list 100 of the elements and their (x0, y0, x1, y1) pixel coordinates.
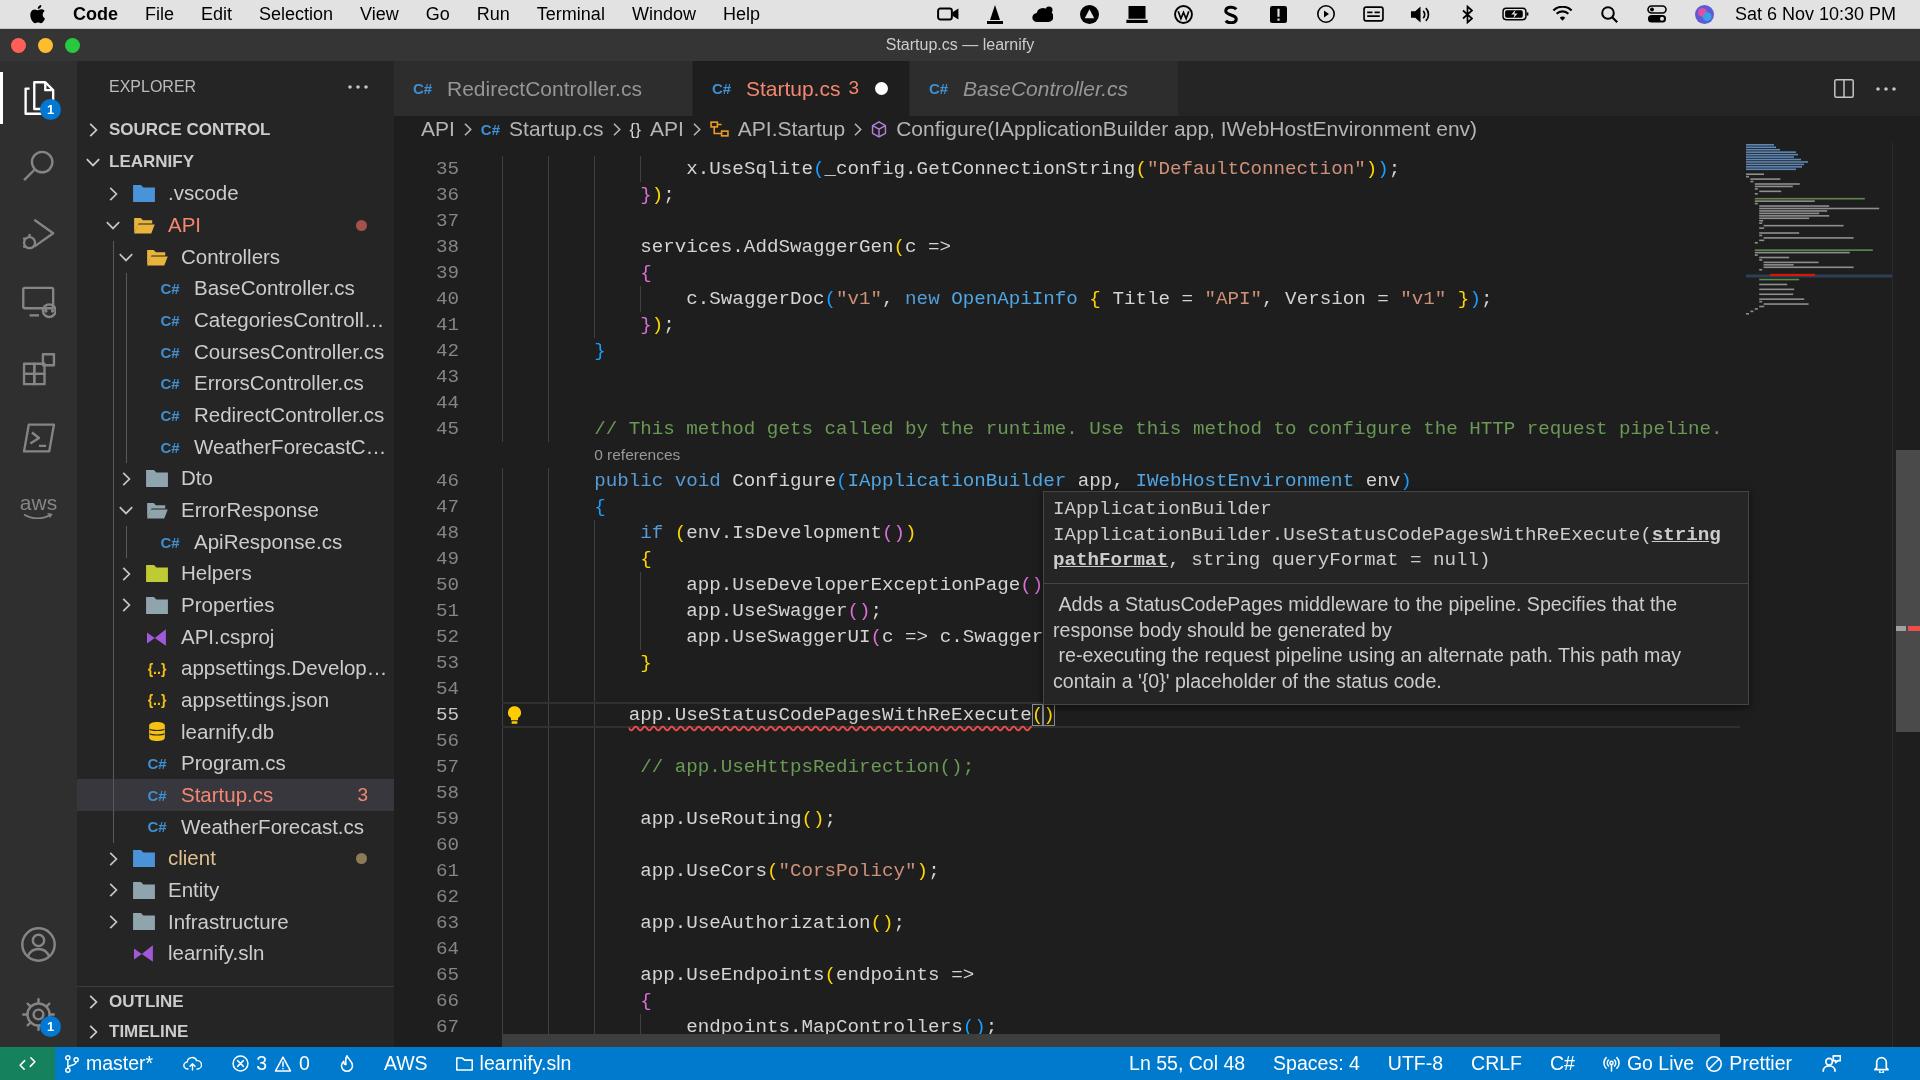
line-ending-item[interactable]: CRLF (1457, 1047, 1536, 1080)
menu-item[interactable]: Go (425, 0, 450, 28)
exclamation-square-icon[interactable] (1270, 5, 1288, 23)
split-editor-icon[interactable] (1834, 79, 1854, 98)
file-tree-item[interactable]: C# CoursesController.cs (77, 336, 394, 368)
breadcrumb-item[interactable]: API.Startup (709, 113, 846, 145)
code-minimap-drawing[interactable] (1746, 143, 1892, 317)
more-icon[interactable] (348, 85, 368, 89)
monitor-icon[interactable] (21, 285, 56, 319)
orb-icon[interactable] (1694, 4, 1714, 24)
account-icon[interactable] (21, 926, 56, 962)
file-tree-item[interactable]: C# ApiResponse.cs (77, 526, 394, 558)
indentation-item[interactable]: Spaces: 4 (1259, 1047, 1374, 1080)
volume-icon[interactable] (1410, 5, 1431, 23)
scrollbar-thumb[interactable] (1896, 450, 1920, 732)
play-circle-icon[interactable] (1316, 5, 1335, 23)
horizontal-scrollbar-thumb[interactable] (502, 1034, 1720, 1047)
file-tree-item[interactable]: C# WeatherForecast.cs (77, 811, 394, 843)
lightbulb-icon[interactable] (508, 706, 521, 724)
aws-status-item[interactable]: AWS (369, 1047, 442, 1080)
go-live-button[interactable]: Go Live (1588, 1047, 1701, 1080)
cursor-position-item[interactable]: Ln 55, Col 48 (1115, 1047, 1260, 1080)
bell-icon[interactable] (1873, 1054, 1890, 1073)
terminal-icon[interactable] (21, 421, 56, 455)
breadcrumb-item[interactable]: C# Startup.cs (480, 113, 604, 145)
folder-tree-item[interactable]: Properties (77, 589, 394, 622)
feedback-icon[interactable] (1822, 1055, 1841, 1072)
play-bug-icon[interactable] (21, 217, 56, 251)
folder-tree-item[interactable]: API (77, 209, 394, 242)
maximize-window-button[interactable] (65, 37, 80, 53)
file-tree-item[interactable]: C# Startup.cs 3 (77, 779, 394, 812)
blocks-icon[interactable] (21, 353, 56, 387)
folder-tree-item[interactable]: Dto (77, 462, 394, 495)
folder-tree-item[interactable]: Entity (77, 874, 394, 907)
menu-item[interactable]: Terminal (536, 0, 605, 28)
section-header[interactable]: SOURCE CONTROL (77, 113, 394, 146)
app-menu[interactable]: Code (73, 0, 118, 28)
file-tree-item[interactable]: API.csproj (77, 621, 394, 653)
menu-item[interactable]: Window (631, 0, 696, 28)
remote-button[interactable] (0, 1047, 55, 1080)
minimize-window-button[interactable] (38, 37, 53, 53)
battery-charging-icon[interactable] (1501, 7, 1529, 21)
encoding-item[interactable]: UTF-8 (1373, 1047, 1458, 1080)
file-tree-item[interactable]: learnify.sln (77, 937, 394, 970)
cloud-icon[interactable] (1031, 5, 1053, 23)
zigzag-circle-icon[interactable] (1174, 4, 1194, 24)
close-window-button[interactable] (11, 37, 26, 53)
folder-tree-item[interactable]: Controllers (77, 241, 394, 273)
file-tree-item[interactable]: C# WeatherForecastC… (77, 431, 394, 463)
search-icon[interactable] (1601, 5, 1619, 23)
apple-icon[interactable] (29, 4, 46, 24)
menu-bar-clock[interactable]: Sat 6 Nov 10:30 PM (1734, 0, 1896, 28)
bluetooth-icon[interactable] (1462, 4, 1474, 24)
folder-tree-item[interactable]: client (77, 842, 394, 875)
breadcrumb-item[interactable]: {} API (629, 113, 684, 145)
flame-icon[interactable] (339, 1055, 354, 1072)
solution-status-item[interactable]: learnify.sln (441, 1047, 586, 1080)
problems-button[interactable]: 3 0 (218, 1047, 324, 1080)
file-tree-item[interactable]: {..} appsettings.Develop… (77, 652, 394, 685)
triangle-circle-icon[interactable] (1079, 4, 1099, 24)
settings-icon[interactable] (21, 996, 56, 1032)
section-header[interactable]: OUTLINE (77, 986, 394, 1016)
files-icon[interactable] (21, 81, 56, 115)
folder-tree-item[interactable]: Infrastructure (77, 906, 394, 938)
prettier-item[interactable]: Prettier (1700, 1047, 1806, 1080)
menu-item[interactable]: Edit (201, 0, 233, 28)
editor-tab[interactable]: C# Startup.cs 3 (692, 61, 911, 116)
menu-item[interactable]: File (145, 0, 174, 28)
folder-tree-item[interactable]: .vscode (77, 178, 394, 210)
cone-icon[interactable] (986, 4, 1003, 24)
file-tree-item[interactable]: learnify.db (77, 716, 394, 748)
curve-icon[interactable] (1224, 4, 1239, 24)
breadcrumb-item[interactable]: Configure(IApplicationBuilder app, IWebHostEnvironment env) (871, 113, 1478, 145)
menu-item[interactable]: View (360, 0, 399, 28)
folder-tree-item[interactable]: Helpers (77, 557, 394, 590)
file-tree-item[interactable]: C# CategoriesControll… (77, 304, 394, 337)
video-camera-icon[interactable] (936, 7, 959, 21)
file-tree-item[interactable]: C# Program.cs (77, 747, 394, 780)
wifi-icon[interactable] (1551, 6, 1573, 22)
toggles-icon[interactable] (1646, 5, 1667, 23)
caption-box-icon[interactable] (1362, 6, 1384, 22)
file-tree-item[interactable]: {..} appsettings.json (77, 684, 394, 717)
cloud-upload-icon[interactable] (183, 1056, 203, 1071)
codelens-link[interactable]: 0 references (594, 443, 681, 467)
section-header[interactable]: TIMELINE (77, 1016, 394, 1047)
file-tree-item[interactable]: C# BaseController.cs (77, 272, 394, 305)
file-tree-item[interactable]: C# ErrorsController.cs (77, 367, 394, 400)
menu-item[interactable]: Help (722, 0, 760, 28)
folder-tree-item[interactable]: ErrorResponse (77, 494, 394, 527)
aws-logo-button[interactable]: aws (19, 492, 58, 520)
breadcrumb-item[interactable]: API (421, 113, 455, 145)
editor-tab[interactable]: C# RedirectController.cs (394, 61, 693, 116)
language-mode-item[interactable]: C# (1536, 1047, 1589, 1080)
section-header[interactable]: LEARNIFY (77, 146, 394, 178)
file-tree-item[interactable]: C# RedirectController.cs (77, 399, 394, 432)
editor-tab[interactable]: C# BaseController.cs (910, 61, 1179, 116)
branch-button[interactable]: master* (55, 1047, 168, 1080)
menu-item[interactable]: Run (476, 0, 510, 28)
menu-item[interactable]: Selection (259, 0, 334, 28)
display-icon[interactable] (1125, 5, 1148, 23)
